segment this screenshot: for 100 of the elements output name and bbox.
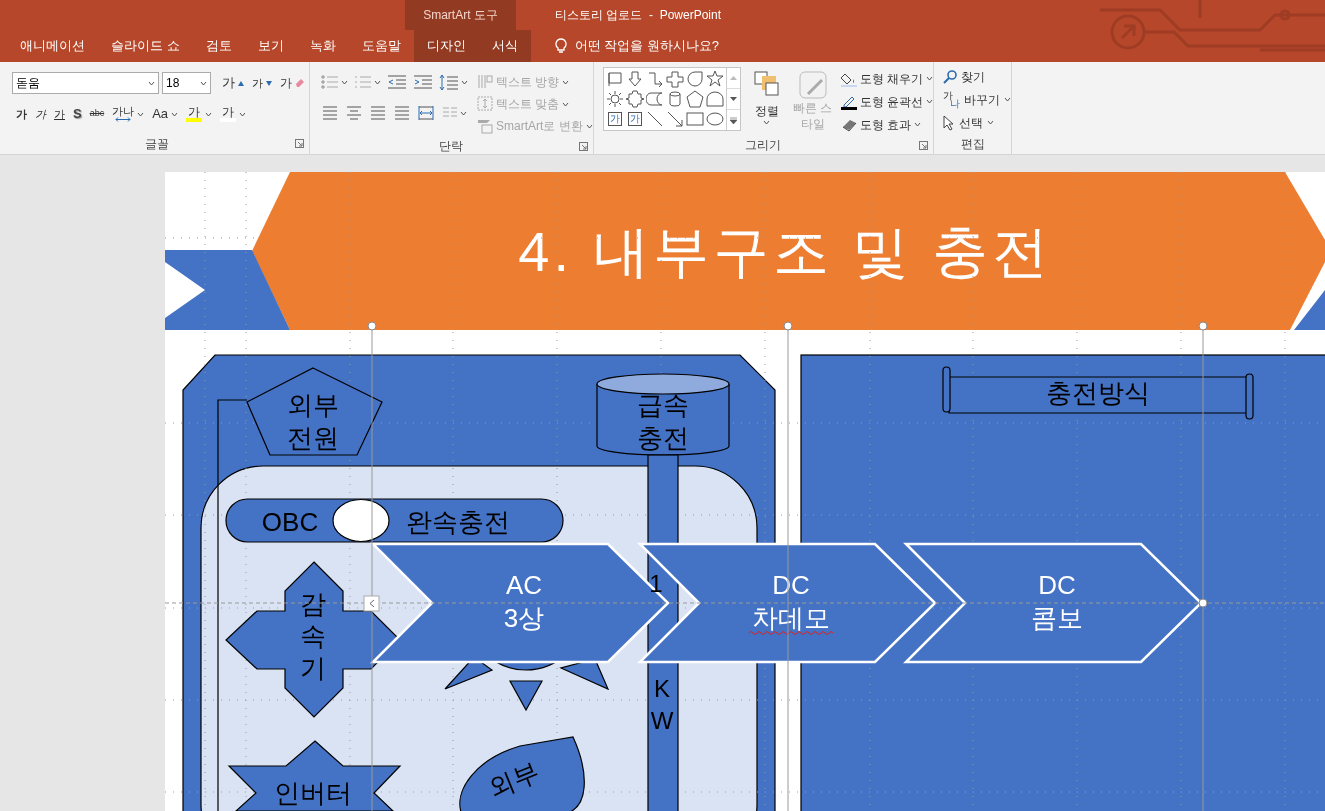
shrink-button[interactable]: 가 — [248, 72, 276, 94]
shape-label: 속 — [300, 621, 326, 651]
brush-icon — [797, 70, 828, 100]
cursor-arrow-icon — [943, 114, 955, 131]
sun-tool[interactable] — [604, 89, 625, 108]
sun-icon — [605, 89, 624, 108]
eraser-icon — [295, 78, 305, 88]
ribbon-tab[interactable]: 서식 — [478, 30, 531, 62]
decrease-indent-icon — [387, 74, 407, 90]
ribbon-tab[interactable]: 보기 — [244, 30, 297, 62]
selection-handle[interactable] — [1198, 321, 1208, 331]
selection-handle[interactable] — [783, 321, 793, 331]
strike-button[interactable]: abc — [85, 103, 109, 125]
caret-icon — [341, 79, 348, 85]
shadow-button[interactable]: S — [69, 103, 86, 125]
selection-handle[interactable] — [1198, 598, 1208, 608]
clear-button[interactable]: 가 — [276, 72, 309, 94]
caret-icon — [148, 80, 155, 86]
bar-label: 1 — [649, 569, 663, 597]
caret-icon — [460, 110, 467, 116]
caret-icon — [926, 76, 933, 81]
text-pane-handle[interactable] — [363, 595, 380, 612]
shape-fill-button[interactable]: 도형 채우기 — [840, 67, 933, 90]
ribbon-tab[interactable]: 슬라이드 쇼 — [98, 30, 193, 62]
pentagon-tool[interactable] — [684, 89, 705, 108]
flag-icon — [605, 69, 624, 88]
shape-effects-button[interactable]: 도형 효과 — [840, 113, 933, 136]
align-right-icon — [370, 105, 386, 121]
star-tool[interactable] — [704, 69, 725, 88]
caret-icon — [914, 122, 921, 127]
up-triangle-icon — [238, 80, 244, 86]
increase-indent-icon — [413, 74, 433, 90]
case-button[interactable]: Aa — [148, 103, 183, 125]
line-spacing-icon — [439, 74, 459, 90]
replace-button[interactable]: 가 나 바꾸기 — [943, 88, 1011, 111]
cross-icon — [625, 89, 644, 108]
oval-tool[interactable] — [704, 109, 725, 128]
corner-triangle-shape — [1294, 290, 1325, 330]
caret-icon — [200, 80, 207, 86]
color-button[interactable]: 가 — [216, 103, 251, 125]
shape-label: 외부 — [484, 756, 544, 804]
bullet-list-icon — [321, 74, 339, 90]
select-button[interactable]: 선택 — [943, 111, 1011, 134]
font-size-field[interactable]: 18 — [162, 72, 211, 94]
contextual-tab-header: SmartArt 도구 — [405, 0, 516, 30]
window-title: 티스토리 업로드 - PowerPoint — [555, 7, 722, 24]
caret-icon — [137, 111, 145, 117]
caret-icon — [205, 111, 213, 117]
shape-label: 충전방식 — [1046, 378, 1150, 408]
plus-icon — [665, 69, 684, 88]
chevron-label: 3상 — [503, 603, 545, 633]
teardrop-tool[interactable] — [684, 69, 705, 88]
underline-button[interactable]: 가 — [50, 103, 69, 125]
chevron-label: DC — [772, 570, 810, 600]
grow-button[interactable]: 가 — [218, 72, 248, 94]
ribbon-tab[interactable]: 애니메이션 — [7, 30, 98, 62]
shape-label: 전원 — [287, 423, 339, 453]
line-icon — [645, 109, 664, 128]
find-button[interactable]: 찾기 — [943, 65, 1011, 88]
ribbon-tab[interactable]: 검토 — [192, 30, 245, 62]
arch-tool[interactable] — [704, 89, 725, 108]
chevron-label: 콤보 — [1031, 603, 1083, 633]
shape-label: 감 — [300, 589, 326, 619]
cross-tool[interactable] — [624, 89, 645, 108]
smartart-convert-icon — [477, 118, 493, 134]
dialog-launcher-icon[interactable] — [919, 141, 928, 150]
ribbon-tab[interactable]: 디자인 — [413, 30, 479, 62]
ribbon-tab[interactable]: 도움말 — [348, 30, 414, 62]
spacing-button[interactable]: 가나 — [108, 103, 149, 125]
caret-icon — [461, 79, 468, 85]
rectangle-icon — [685, 109, 704, 128]
align-text-icon — [477, 96, 493, 112]
shape-label: 급속 — [637, 390, 689, 420]
shape-label: OBC — [261, 507, 319, 537]
caret-icon — [562, 101, 570, 107]
align-left-icon — [322, 105, 338, 121]
shape-outline-button[interactable]: 도형 윤곽선 — [840, 90, 933, 113]
tell-me-field[interactable]: 어떤 작업을 원하시나요? — [574, 36, 720, 56]
replace-icon: 가 나 — [943, 90, 960, 109]
down-arrow-icon — [625, 69, 644, 88]
justify-icon — [394, 105, 410, 121]
selection-handle[interactable] — [367, 321, 377, 331]
highlight-button[interactable]: 가 — [182, 103, 217, 125]
flowchart-stored-data-icon — [645, 89, 664, 108]
caret-icon — [562, 79, 570, 85]
gallery-down-button[interactable] — [726, 88, 740, 110]
font-name-field[interactable]: 돋움 — [12, 72, 159, 94]
arch-icon — [705, 89, 724, 108]
plus-tool[interactable] — [664, 69, 685, 88]
chevron-label: DC — [1038, 570, 1076, 600]
arrange-button[interactable]: 정렬 — [748, 67, 785, 136]
italic-button[interactable]: 가 — [31, 103, 50, 125]
bold-button[interactable]: 가 — [12, 103, 31, 125]
lightbulb-icon[interactable] — [554, 38, 567, 54]
flowchart-stored-data-tool[interactable] — [644, 89, 665, 108]
dialog-launcher-icon[interactable] — [295, 139, 304, 148]
ribbon-tab[interactable]: 녹화 — [296, 30, 349, 62]
chevron-label: AC — [505, 570, 543, 600]
arrange-icon — [752, 70, 781, 98]
dialog-launcher-icon[interactable] — [578, 142, 588, 151]
